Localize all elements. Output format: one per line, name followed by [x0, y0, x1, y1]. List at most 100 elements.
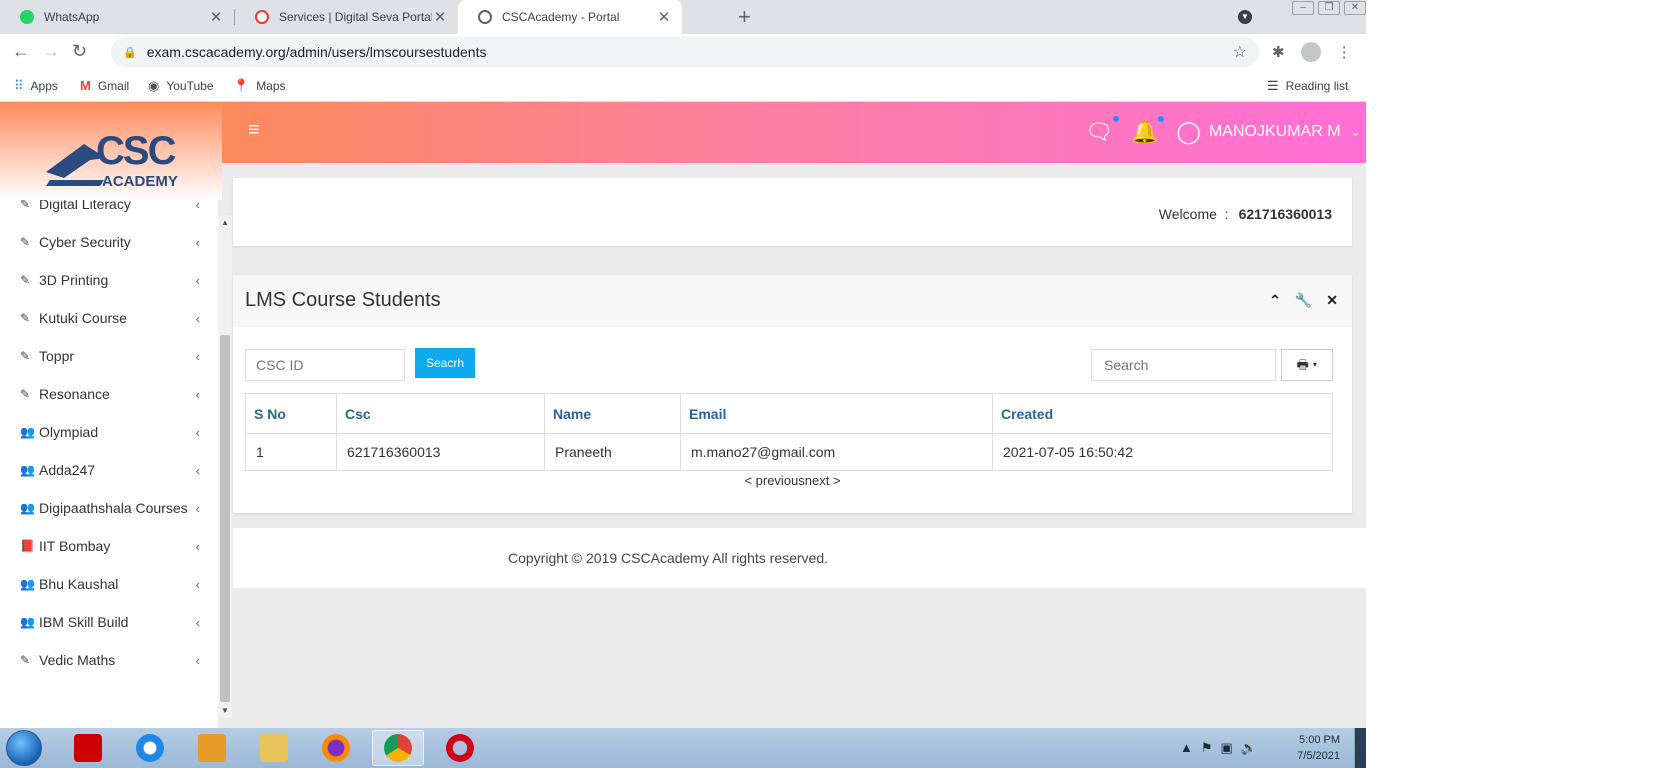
chevron-left-icon: ‹ [195, 538, 200, 554]
tab-title: WhatsApp [44, 10, 100, 24]
taskbar-opera[interactable] [434, 730, 486, 766]
start-button-icon[interactable] [6, 730, 42, 766]
column-header[interactable]: S No [245, 393, 337, 434]
collapse-icon[interactable]: ⌃ [1269, 292, 1281, 309]
panel-title: LMS Course Students [245, 289, 441, 311]
forward-icon[interactable]: → [42, 41, 60, 62]
close-icon[interactable]: ✕ [1326, 292, 1338, 309]
sidebar-item-label: Toppr [39, 348, 75, 364]
taskbar-chrome[interactable] [372, 730, 424, 766]
reading-list-label: Reading list [1285, 79, 1349, 93]
search-button[interactable]: Seacrh [415, 348, 475, 378]
users-icon: 👥 [20, 501, 35, 515]
show-desktop-button[interactable] [1354, 728, 1366, 768]
sidebar-item-resonance[interactable]: ✎ Resonance ‹ [20, 386, 200, 402]
firefox-icon [322, 734, 350, 762]
welcome-separator: : [1224, 206, 1229, 222]
back-icon[interactable]: ← [12, 41, 30, 62]
menu-kebab-icon[interactable]: ⋮ [1337, 43, 1352, 61]
close-icon[interactable]: ✕ [656, 8, 672, 26]
window-close-icon[interactable]: ✕ [1344, 1, 1366, 15]
sidebar-item-bhu-kaushal[interactable]: 👥 Bhu Kaushal ‹ [20, 576, 200, 592]
next-link[interactable]: next > [805, 473, 841, 488]
scroll-down-icon[interactable]: ▼ [221, 706, 229, 715]
bookmark-star-icon[interactable]: ☆ [1233, 42, 1247, 62]
close-icon[interactable]: ✕ [208, 8, 224, 26]
column-header[interactable]: Name [544, 393, 681, 434]
sidebar-item-adda247[interactable]: 👥 Adda247 ‹ [20, 462, 200, 478]
bell-icon[interactable]: 🔔 [1131, 116, 1165, 145]
bookmark-youtube[interactable]: ◉ YouTube [148, 78, 214, 94]
sidebar-scrollbar[interactable]: ▲ ▼ [218, 215, 232, 718]
sidebar-item-digipaathshala-courses[interactable]: 👥 Digipaathshala Courses ‹ [20, 500, 200, 516]
tab-search-icon[interactable]: ▼ [1238, 10, 1252, 24]
taskbar-internet-explorer[interactable] [124, 730, 176, 766]
restore-icon[interactable]: ❐ [1318, 1, 1340, 15]
sidebar-item-ibm-skill-build[interactable]: 👥 IBM Skill Build ‹ [20, 614, 200, 630]
sidebar-item-digital-literacy[interactable]: ✎ Digital Literacy ‹ [20, 200, 200, 212]
gmail-icon: M [80, 78, 91, 93]
profile-avatar-icon[interactable] [1300, 42, 1321, 62]
table-cell: 1 [245, 433, 337, 471]
blank-area [1366, 0, 1664, 768]
new-tab-icon[interactable]: + [738, 4, 751, 30]
chevron-down-icon[interactable]: ⌄ [1351, 125, 1361, 139]
tab-title: CSCAcademy - Portal [502, 10, 620, 24]
sidebar-item-kutuki-course[interactable]: ✎ Kutuki Course ‹ [20, 310, 200, 326]
digital-seva-icon [255, 10, 269, 24]
taskbar-acrobat[interactable] [62, 730, 114, 766]
minimize-icon[interactable]: – [1292, 1, 1314, 15]
book-icon: 📕 [20, 539, 35, 553]
bookmark-apps[interactable]: ⠿ Apps [14, 78, 58, 94]
table-search-input[interactable] [1091, 349, 1276, 381]
address-bar[interactable]: 🔒 exam.cscacademy.org/admin/users/lmscou… [111, 37, 1259, 67]
taskbar-firefox[interactable] [310, 730, 362, 766]
csc-academy-logo[interactable]: CSC ACADEMY [44, 120, 184, 190]
network-icon[interactable]: ▣ [1221, 740, 1233, 756]
sidebar-item-3d-printing[interactable]: ✎ 3D Printing ‹ [20, 272, 200, 288]
column-header[interactable]: Email [680, 393, 993, 434]
welcome-user-id: 621716360013 [1238, 206, 1332, 222]
flag-icon[interactable]: ⚑ [1201, 740, 1213, 756]
reading-list[interactable]: ☰ Reading list [1267, 78, 1348, 94]
chevron-left-icon: ‹ [195, 652, 200, 668]
export-dropdown-button[interactable]: 🖶 ▾ [1281, 349, 1333, 381]
tab-digital-seva[interactable]: Services | Digital Seva Portal - CS ✕ [235, 0, 458, 34]
column-header[interactable]: Created [992, 393, 1333, 434]
sidebar-item-label: Resonance [39, 386, 110, 402]
reading-list-icon: ☰ [1267, 78, 1279, 93]
notification-dot [1158, 116, 1165, 122]
reload-icon[interactable]: ↻ [72, 41, 87, 62]
bookmark-label: Apps [30, 79, 58, 93]
taskbar-media-player[interactable] [186, 730, 238, 766]
user-icon[interactable]: ◯ [1176, 119, 1201, 145]
sidebar-item-toppr[interactable]: ✎ Toppr ‹ [20, 348, 200, 364]
tab-cscacademy[interactable]: CSCAcademy - Portal ✕ [458, 0, 682, 34]
maps-icon: 📍 [233, 78, 250, 93]
wrench-icon[interactable]: 🔧 [1295, 292, 1312, 309]
sidebar-item-vedic-maths[interactable]: ✎ Vedic Maths ‹ [20, 652, 200, 668]
messages-icon[interactable]: 🗨 [1085, 116, 1119, 145]
opera-icon [446, 734, 474, 762]
taskbar-file-explorer[interactable] [248, 730, 300, 766]
sidebar-item-cyber-security[interactable]: ✎ Cyber Security ‹ [20, 234, 200, 250]
sidebar-item-olympiad[interactable]: 👥 Olympiad ‹ [20, 424, 200, 440]
previous-link[interactable]: < previous [744, 473, 804, 488]
internet-explorer-icon [136, 734, 164, 762]
user-name[interactable]: MANOJKUMAR M [1209, 123, 1341, 141]
sidebar-item-iit-bombay[interactable]: 📕 IIT Bombay ‹ [20, 538, 200, 554]
bookmark-maps[interactable]: 📍 Maps [233, 78, 286, 94]
close-icon[interactable]: ✕ [432, 8, 448, 26]
hamburger-menu-icon[interactable]: ≡ [248, 119, 260, 142]
csc-id-input[interactable] [245, 349, 405, 381]
extensions-icon[interactable]: ✱ [1272, 43, 1285, 61]
volume-icon[interactable]: 🔊 [1241, 740, 1257, 756]
tab-whatsapp[interactable]: WhatsApp ✕ [0, 0, 234, 34]
sidebar-item-label: IIT Bombay [39, 538, 111, 554]
scroll-thumb[interactable] [220, 335, 230, 702]
show-hidden-icons-icon[interactable]: ▲ [1180, 740, 1193, 756]
system-clock[interactable]: 5:00 PM 7/5/2021 [1280, 732, 1340, 764]
scroll-up-icon[interactable]: ▲ [221, 218, 229, 227]
column-header[interactable]: Csc [336, 393, 545, 434]
bookmark-gmail[interactable]: M Gmail [80, 78, 129, 93]
